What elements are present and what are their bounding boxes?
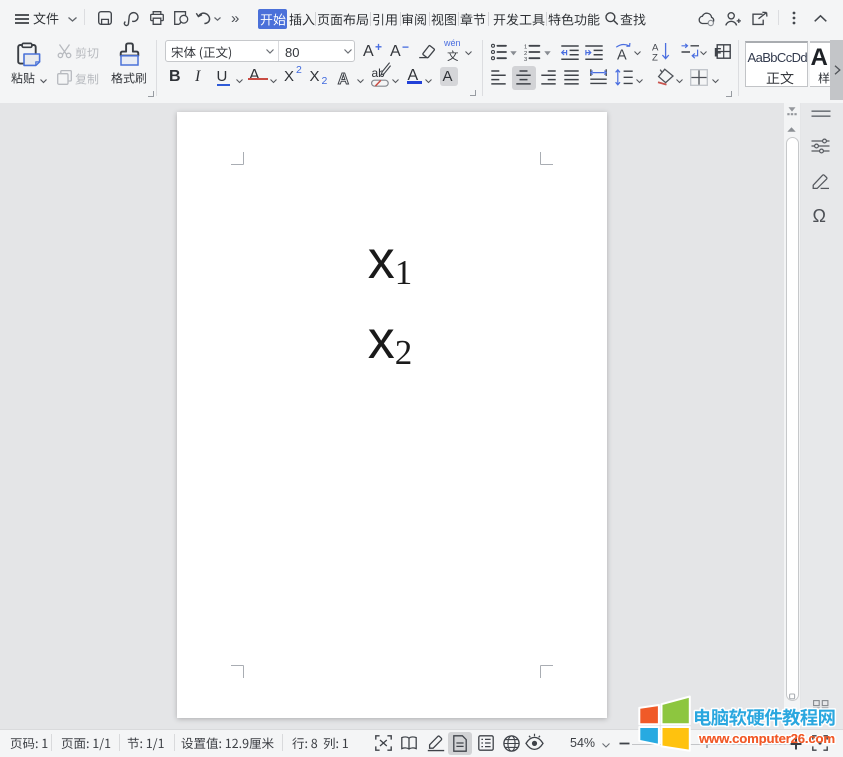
svg-text:A: A <box>338 71 349 88</box>
svg-text:A: A <box>617 48 627 64</box>
svg-text:F: F <box>714 46 721 60</box>
svg-text:3: 3 <box>524 57 527 63</box>
svg-text:1: 1 <box>524 44 527 50</box>
svg-text:2: 2 <box>524 50 527 56</box>
svg-text:Z: Z <box>652 52 658 63</box>
svg-text:www.computer26.com: www.computer26.com <box>698 731 835 746</box>
